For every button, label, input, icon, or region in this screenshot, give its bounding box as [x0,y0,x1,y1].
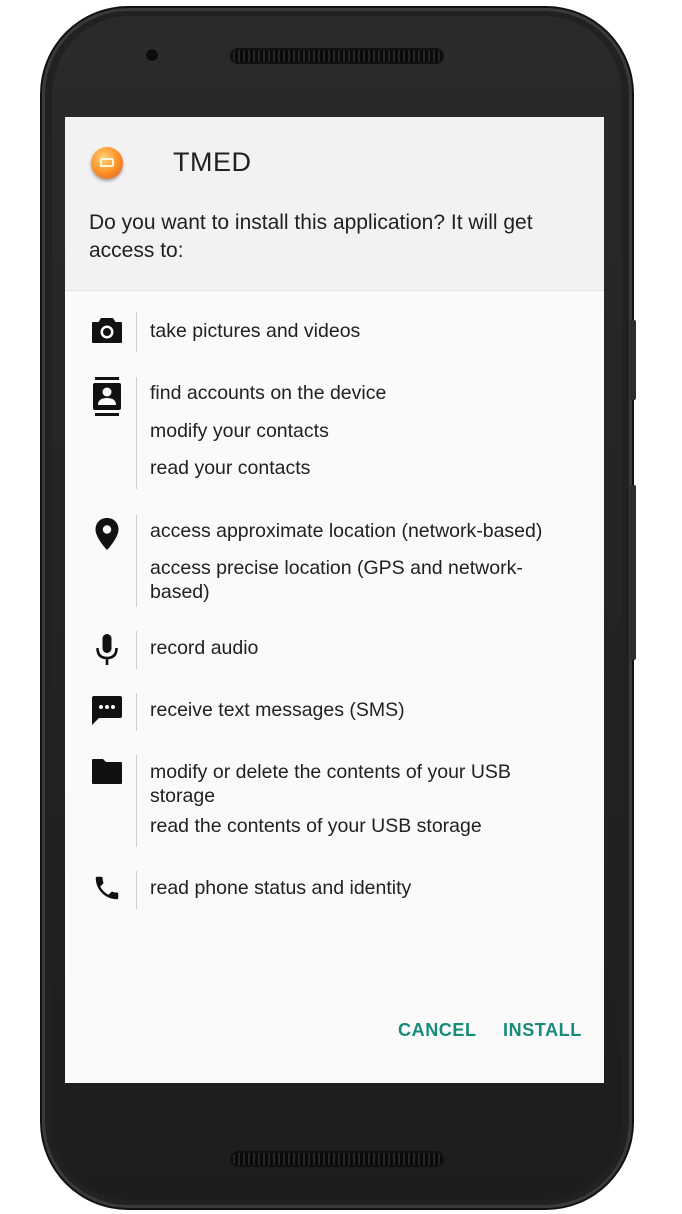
install-button[interactable]: INSTALL [503,1020,582,1041]
permission-group-storage: modify or delete the contents of your US… [65,755,604,849]
permission-group-microphone: record audio [65,631,604,671]
permission-group-sms: receive text messages (SMS) [65,693,604,733]
app-name: TMED [173,147,252,177]
app-logo-icon [91,147,123,179]
volume-button [630,320,636,400]
permission-text: receive text messages (SMS) [150,699,405,721]
folder-icon [90,757,124,791]
permission-text: modify or delete the contents of your US… [150,761,511,807]
permission-text: read the contents of your USB storage [150,815,482,837]
permission-text: read your contacts [150,457,311,479]
phone-icon [90,873,124,907]
bottom-speaker-grille [230,1151,444,1167]
permission-divider [136,871,137,909]
permission-text: modify your contacts [150,420,329,442]
permission-divider [136,693,137,731]
permission-group-camera: take pictures and videos [65,312,604,356]
permission-text: access approximate location (network-bas… [150,520,543,542]
permission-divider [136,631,137,669]
top-speaker-grille [230,48,444,64]
camera-icon [90,316,124,350]
permission-divider [136,312,137,352]
permission-text: access precise location (GPS and network… [150,557,523,603]
contacts-icon [90,377,124,416]
dialog-header: TMED Do you want to install this applica… [65,117,604,291]
permission-text: find accounts on the device [150,382,387,404]
front-camera [146,49,158,61]
install-question: Do you want to install this application?… [89,211,533,262]
permission-divider [136,377,137,489]
permission-group-contacts: find accounts on the device modify your … [65,377,604,492]
permission-group-location: access approximate location (network-bas… [65,515,604,607]
cancel-button[interactable]: CANCEL [398,1020,477,1041]
permission-group-phone: read phone status and identity [65,871,604,911]
permission-text: record audio [150,637,259,659]
location-pin-icon [90,517,124,551]
power-button [630,485,636,660]
permission-text: read phone status and identity [150,877,412,899]
dialog-actions: CANCEL INSTALL [65,1020,604,1060]
microphone-icon [90,633,124,667]
install-dialog: TMED Do you want to install this applica… [65,117,604,1083]
permission-divider [136,755,137,847]
sms-icon [90,695,124,729]
permission-divider [136,515,137,607]
permission-text: take pictures and videos [150,320,361,342]
